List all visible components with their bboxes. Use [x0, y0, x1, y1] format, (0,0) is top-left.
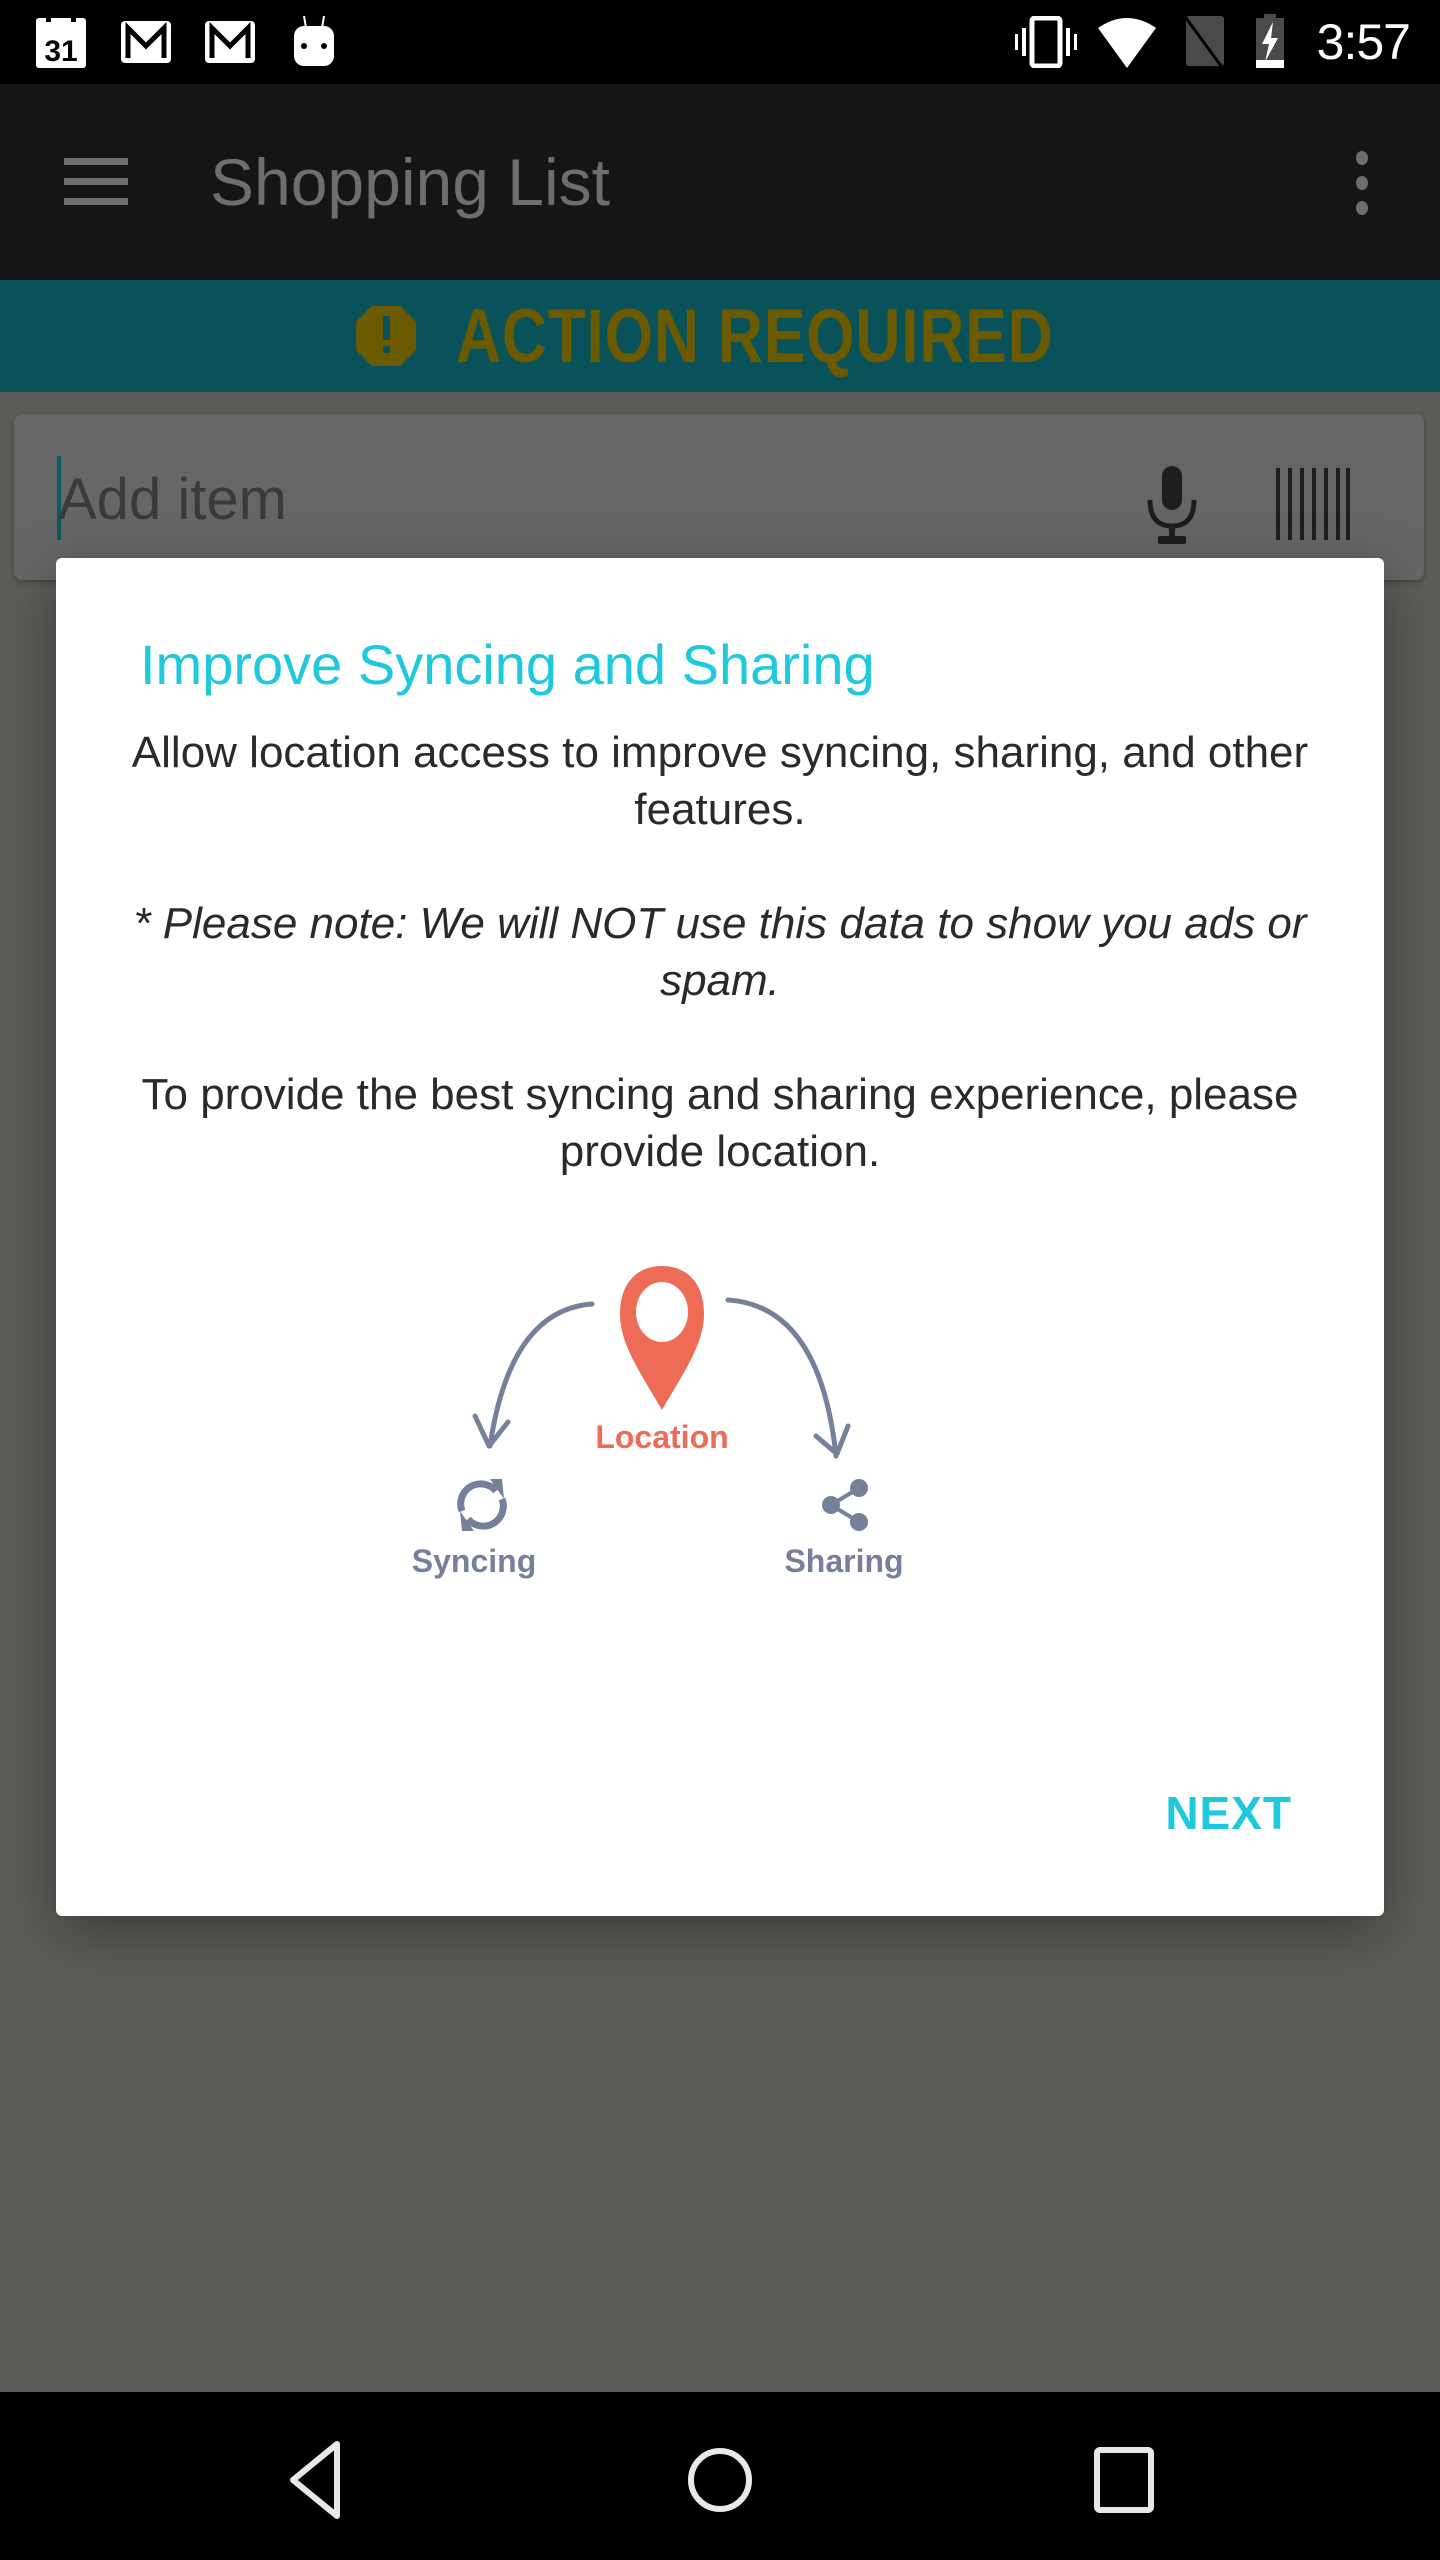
- action-required-banner[interactable]: ACTION REQUIRED: [0, 280, 1440, 392]
- app-bar: Shopping List: [0, 84, 1440, 280]
- app-title: Shopping List: [210, 145, 610, 219]
- wifi-icon: [1096, 14, 1158, 70]
- gmail-icon: [120, 14, 172, 70]
- navigation-bar: [0, 2392, 1440, 2560]
- microphone-icon[interactable]: [1144, 466, 1200, 548]
- home-icon[interactable]: [670, 2430, 770, 2530]
- vibrate-icon: [1014, 14, 1078, 70]
- sharing-label: Sharing: [784, 1543, 903, 1579]
- add-item-input[interactable]: [58, 454, 1058, 544]
- no-signal-icon: [1180, 14, 1230, 70]
- next-button[interactable]: NEXT: [1165, 1786, 1292, 1840]
- hamburger-menu-icon[interactable]: [62, 156, 132, 208]
- dialog-request-text: To provide the best syncing and sharing …: [141, 1070, 1299, 1176]
- dialog-description: Allow location access to improve syncing…: [131, 728, 1309, 834]
- calendar-icon: 31: [34, 14, 88, 70]
- android-icon: [292, 14, 336, 70]
- dialog-title: Improve Syncing and Sharing: [140, 633, 875, 696]
- location-pin-icon: [620, 1266, 704, 1410]
- status-time: 3:57: [1316, 14, 1411, 70]
- share-icon: [822, 1479, 868, 1531]
- back-icon[interactable]: [266, 2430, 366, 2530]
- battery-charging-icon: [1254, 14, 1286, 70]
- calendar-day: 31: [44, 35, 77, 68]
- more-vert-icon[interactable]: [1346, 150, 1378, 216]
- banner-text: ACTION REQUIRED: [456, 293, 1054, 379]
- location-label: Location: [595, 1419, 728, 1455]
- alert-octagon-icon: [354, 304, 418, 368]
- sync-icon: [457, 1479, 507, 1531]
- gmail-icon: [204, 14, 256, 70]
- location-permission-dialog: Improve Syncing and Sharing Allow locati…: [56, 558, 1384, 1916]
- status-bar: 31 3:57: [0, 0, 1440, 84]
- dialog-privacy-note: * Please note: We will NOT use this data…: [133, 899, 1307, 1005]
- location-diagram: Location Syncing Sharing: [400, 1240, 1040, 1600]
- add-item-card: [14, 414, 1424, 580]
- barcode-icon[interactable]: [1274, 468, 1352, 540]
- arrow-to-sharing: [725, 1297, 839, 1459]
- syncing-label: Syncing: [412, 1543, 536, 1579]
- recents-icon[interactable]: [1074, 2430, 1174, 2530]
